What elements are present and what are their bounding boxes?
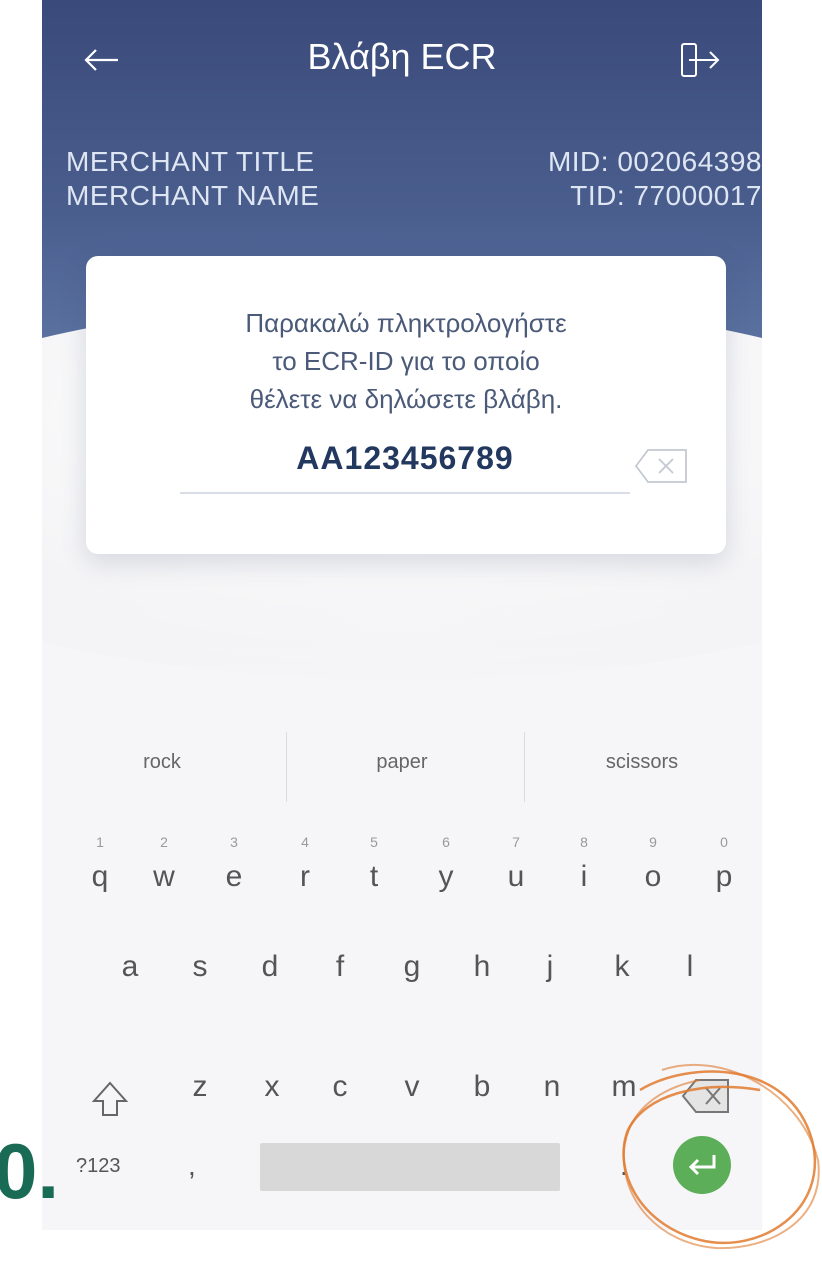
key-u[interactable]: 7u <box>480 834 552 914</box>
prompt-line-1: Παρακαλώ πληκτρολογήστε <box>245 308 567 338</box>
ecr-id-value: AA123456789 <box>296 440 514 476</box>
key-b[interactable]: b <box>446 1070 518 1150</box>
key-o[interactable]: 9o <box>617 834 689 914</box>
merchant-info: MERCHANT TITLE MERCHANT NAME <box>66 145 319 213</box>
key-r[interactable]: 4r <box>269 834 341 914</box>
step-number-label: 0. <box>0 1127 60 1215</box>
mid-label: MID: 002064398 <box>547 146 762 177</box>
suggestion-scissors[interactable]: scissors <box>522 720 762 810</box>
key-f[interactable]: f <box>304 950 376 1030</box>
suggestion-rock[interactable]: rock <box>42 720 282 810</box>
suggestion-paper[interactable]: paper <box>282 720 522 810</box>
symbols-key[interactable]: ?123 <box>76 1155 121 1178</box>
key-w[interactable]: 2w <box>128 834 200 914</box>
key-l[interactable]: l <box>654 950 726 1030</box>
key-m[interactable]: m <box>588 1070 660 1150</box>
key-g[interactable]: g <box>376 950 448 1030</box>
comma-key[interactable]: , <box>188 1150 196 1182</box>
key-e[interactable]: 3e <box>198 834 270 914</box>
key-k[interactable]: k <box>586 950 658 1030</box>
prompt-line-3: θέλετε να δηλώσετε βλάβη. <box>249 384 563 414</box>
key-x[interactable]: x <box>236 1070 308 1150</box>
key-z[interactable]: z <box>164 1070 236 1150</box>
page-title: Βλάβη ECR <box>307 36 497 77</box>
key-j[interactable]: j <box>514 950 586 1030</box>
key-n[interactable]: n <box>516 1070 588 1150</box>
logout-icon[interactable] <box>678 38 722 82</box>
key-d[interactable]: d <box>234 950 306 1030</box>
prompt-line-2: το ECR-ID για το οποίο <box>272 346 540 376</box>
merchant-title: MERCHANT TITLE <box>66 146 315 177</box>
period-key[interactable]: . <box>620 1150 628 1182</box>
tid-label: TID: 77000017 <box>570 180 762 211</box>
shift-icon[interactable] <box>90 1079 130 1119</box>
key-h[interactable]: h <box>446 950 518 1030</box>
terminal-info: MID: 002064398 TID: 77000017 <box>548 145 762 213</box>
enter-key[interactable] <box>673 1136 731 1194</box>
merchant-name: MERCHANT NAME <box>66 180 320 211</box>
key-p[interactable]: 0p <box>688 834 760 914</box>
enter-icon <box>688 1155 716 1176</box>
ecr-id-input[interactable]: AA123456789 <box>180 436 630 494</box>
key-i[interactable]: 8i <box>548 834 620 914</box>
key-c[interactable]: c <box>304 1070 376 1150</box>
key-v[interactable]: v <box>376 1070 448 1150</box>
backspace-clear-icon[interactable] <box>634 448 690 484</box>
space-key[interactable] <box>260 1143 560 1191</box>
backspace-key-icon[interactable] <box>680 1076 732 1116</box>
key-s[interactable]: s <box>164 950 236 1030</box>
key-a[interactable]: a <box>94 950 166 1030</box>
phone-screen: Βλάβη ECR MERCHANT TITLE MERCHANT NAME M… <box>42 0 762 1230</box>
key-t[interactable]: 5t <box>338 834 410 914</box>
key-y[interactable]: 6y <box>410 834 482 914</box>
ecr-id-dialog: Παρακαλώ πληκτρολογήστε το ECR-ID για το… <box>86 256 726 554</box>
prompt-text: Παρακαλώ πληκτρολογήστε το ECR-ID για το… <box>86 304 726 418</box>
key-q[interactable]: 1q <box>64 834 136 914</box>
